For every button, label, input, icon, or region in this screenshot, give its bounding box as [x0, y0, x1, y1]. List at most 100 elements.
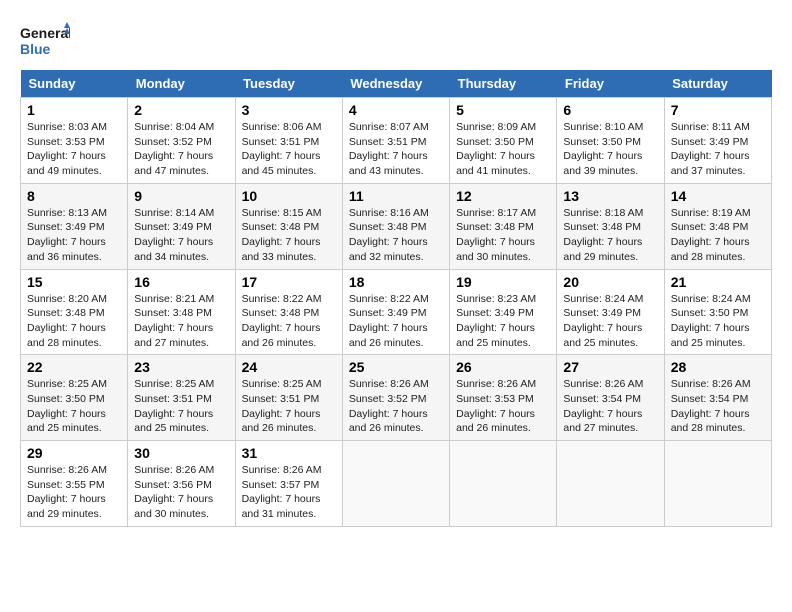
page-header: General Blue: [20, 20, 772, 60]
day-number: 28: [671, 359, 765, 375]
calendar-week-2: 8 Sunrise: 8:13 AMSunset: 3:49 PMDaylight…: [21, 183, 772, 269]
calendar-cell: 27 Sunrise: 8:26 AMSunset: 3:54 PMDayligh…: [557, 355, 664, 441]
calendar-cell: 3 Sunrise: 8:06 AMSunset: 3:51 PMDaylight…: [235, 98, 342, 184]
day-number: 15: [27, 274, 121, 290]
calendar-cell: 31 Sunrise: 8:26 AMSunset: 3:57 PMDayligh…: [235, 441, 342, 527]
day-info: Sunrise: 8:26 AMSunset: 3:53 PMDaylight:…: [456, 377, 550, 436]
weekday-header-thursday: Thursday: [450, 70, 557, 98]
day-info: Sunrise: 8:25 AMSunset: 3:51 PMDaylight:…: [242, 377, 336, 436]
calendar-cell: 23 Sunrise: 8:25 AMSunset: 3:51 PMDayligh…: [128, 355, 235, 441]
calendar-cell: 7Sunrise: 8:11 AMSunset: 3:49 PMDaylight…: [664, 98, 771, 184]
day-number: 29: [27, 445, 121, 461]
calendar-cell: 26 Sunrise: 8:26 AMSunset: 3:53 PMDayligh…: [450, 355, 557, 441]
weekday-header-monday: Monday: [128, 70, 235, 98]
day-number: 11: [349, 188, 443, 204]
day-info: Sunrise: 8:23 AMSunset: 3:49 PMDaylight:…: [456, 292, 550, 351]
calendar-week-4: 22 Sunrise: 8:25 AMSunset: 3:50 PMDayligh…: [21, 355, 772, 441]
day-info: Sunrise: 8:26 AMSunset: 3:54 PMDaylight:…: [671, 377, 765, 436]
weekday-header-saturday: Saturday: [664, 70, 771, 98]
day-info: Sunrise: 8:16 AMSunset: 3:48 PMDaylight:…: [349, 206, 443, 265]
weekday-header-friday: Friday: [557, 70, 664, 98]
day-info: Sunrise: 8:20 AMSunset: 3:48 PMDaylight:…: [27, 292, 121, 351]
calendar-cell: [664, 441, 771, 527]
calendar-cell: 14Sunrise: 8:19 AMSunset: 3:48 PMDayligh…: [664, 183, 771, 269]
calendar-cell: 22 Sunrise: 8:25 AMSunset: 3:50 PMDayligh…: [21, 355, 128, 441]
day-info: Sunrise: 8:07 AMSunset: 3:51 PMDaylight:…: [349, 120, 443, 179]
calendar-cell: 28 Sunrise: 8:26 AMSunset: 3:54 PMDayligh…: [664, 355, 771, 441]
day-number: 20: [563, 274, 657, 290]
day-info: Sunrise: 8:03 AMSunset: 3:53 PMDaylight:…: [27, 120, 121, 179]
day-info: Sunrise: 8:06 AMSunset: 3:51 PMDaylight:…: [242, 120, 336, 179]
weekday-header-tuesday: Tuesday: [235, 70, 342, 98]
logo: General Blue: [20, 20, 70, 60]
calendar-cell: [557, 441, 664, 527]
day-number: 6: [563, 102, 657, 118]
day-number: 8: [27, 188, 121, 204]
day-number: 3: [242, 102, 336, 118]
day-info: Sunrise: 8:24 AMSunset: 3:49 PMDaylight:…: [563, 292, 657, 351]
day-info: Sunrise: 8:15 AMSunset: 3:48 PMDaylight:…: [242, 206, 336, 265]
calendar-cell: 2 Sunrise: 8:04 AMSunset: 3:52 PMDaylight…: [128, 98, 235, 184]
day-info: Sunrise: 8:25 AMSunset: 3:50 PMDaylight:…: [27, 377, 121, 436]
day-number: 16: [134, 274, 228, 290]
day-number: 27: [563, 359, 657, 375]
day-number: 9: [134, 188, 228, 204]
day-info: Sunrise: 8:13 AMSunset: 3:49 PMDaylight:…: [27, 206, 121, 265]
weekday-header-row: SundayMondayTuesdayWednesdayThursdayFrid…: [21, 70, 772, 98]
day-info: Sunrise: 8:21 AMSunset: 3:48 PMDaylight:…: [134, 292, 228, 351]
day-number: 22: [27, 359, 121, 375]
calendar-cell: 13 Sunrise: 8:18 AMSunset: 3:48 PMDayligh…: [557, 183, 664, 269]
day-info: Sunrise: 8:25 AMSunset: 3:51 PMDaylight:…: [134, 377, 228, 436]
day-info: Sunrise: 8:09 AMSunset: 3:50 PMDaylight:…: [456, 120, 550, 179]
day-info: Sunrise: 8:26 AMSunset: 3:52 PMDaylight:…: [349, 377, 443, 436]
day-number: 18: [349, 274, 443, 290]
calendar-week-5: 29 Sunrise: 8:26 AMSunset: 3:55 PMDayligh…: [21, 441, 772, 527]
day-number: 7: [671, 102, 765, 118]
calendar-cell: 16 Sunrise: 8:21 AMSunset: 3:48 PMDayligh…: [128, 269, 235, 355]
logo-icon: General Blue: [20, 20, 70, 60]
day-info: Sunrise: 8:26 AMSunset: 3:55 PMDaylight:…: [27, 463, 121, 522]
calendar-cell: 12 Sunrise: 8:17 AMSunset: 3:48 PMDayligh…: [450, 183, 557, 269]
calendar-cell: 5 Sunrise: 8:09 AMSunset: 3:50 PMDaylight…: [450, 98, 557, 184]
day-number: 26: [456, 359, 550, 375]
calendar-cell: 20 Sunrise: 8:24 AMSunset: 3:49 PMDayligh…: [557, 269, 664, 355]
calendar-cell: 10Sunrise: 8:15 AMSunset: 3:48 PMDayligh…: [235, 183, 342, 269]
calendar-table: SundayMondayTuesdayWednesdayThursdayFrid…: [20, 70, 772, 527]
calendar-cell: 8 Sunrise: 8:13 AMSunset: 3:49 PMDaylight…: [21, 183, 128, 269]
calendar-cell: 19 Sunrise: 8:23 AMSunset: 3:49 PMDayligh…: [450, 269, 557, 355]
day-number: 19: [456, 274, 550, 290]
day-info: Sunrise: 8:19 AMSunset: 3:48 PMDaylight:…: [671, 206, 765, 265]
day-number: 31: [242, 445, 336, 461]
day-number: 1: [27, 102, 121, 118]
day-number: 12: [456, 188, 550, 204]
day-number: 2: [134, 102, 228, 118]
calendar-cell: [450, 441, 557, 527]
day-number: 5: [456, 102, 550, 118]
calendar-week-1: 1 Sunrise: 8:03 AMSunset: 3:53 PMDaylight…: [21, 98, 772, 184]
day-info: Sunrise: 8:04 AMSunset: 3:52 PMDaylight:…: [134, 120, 228, 179]
weekday-header-wednesday: Wednesday: [342, 70, 449, 98]
day-info: Sunrise: 8:22 AMSunset: 3:48 PMDaylight:…: [242, 292, 336, 351]
calendar-cell: 24Sunrise: 8:25 AMSunset: 3:51 PMDayligh…: [235, 355, 342, 441]
calendar-cell: 11 Sunrise: 8:16 AMSunset: 3:48 PMDayligh…: [342, 183, 449, 269]
calendar-cell: 6Sunrise: 8:10 AMSunset: 3:50 PMDaylight…: [557, 98, 664, 184]
day-info: Sunrise: 8:17 AMSunset: 3:48 PMDaylight:…: [456, 206, 550, 265]
day-info: Sunrise: 8:26 AMSunset: 3:57 PMDaylight:…: [242, 463, 336, 522]
svg-text:Blue: Blue: [20, 41, 51, 57]
day-number: 21: [671, 274, 765, 290]
calendar-cell: 17 Sunrise: 8:22 AMSunset: 3:48 PMDayligh…: [235, 269, 342, 355]
calendar-cell: 29 Sunrise: 8:26 AMSunset: 3:55 PMDayligh…: [21, 441, 128, 527]
calendar-cell: 21 Sunrise: 8:24 AMSunset: 3:50 PMDayligh…: [664, 269, 771, 355]
calendar-cell: [342, 441, 449, 527]
calendar-cell: 25Sunrise: 8:26 AMSunset: 3:52 PMDayligh…: [342, 355, 449, 441]
day-info: Sunrise: 8:14 AMSunset: 3:49 PMDaylight:…: [134, 206, 228, 265]
day-info: Sunrise: 8:22 AMSunset: 3:49 PMDaylight:…: [349, 292, 443, 351]
day-info: Sunrise: 8:26 AMSunset: 3:54 PMDaylight:…: [563, 377, 657, 436]
day-number: 23: [134, 359, 228, 375]
weekday-header-sunday: Sunday: [21, 70, 128, 98]
day-number: 17: [242, 274, 336, 290]
day-number: 4: [349, 102, 443, 118]
day-info: Sunrise: 8:18 AMSunset: 3:48 PMDaylight:…: [563, 206, 657, 265]
day-info: Sunrise: 8:24 AMSunset: 3:50 PMDaylight:…: [671, 292, 765, 351]
day-number: 13: [563, 188, 657, 204]
